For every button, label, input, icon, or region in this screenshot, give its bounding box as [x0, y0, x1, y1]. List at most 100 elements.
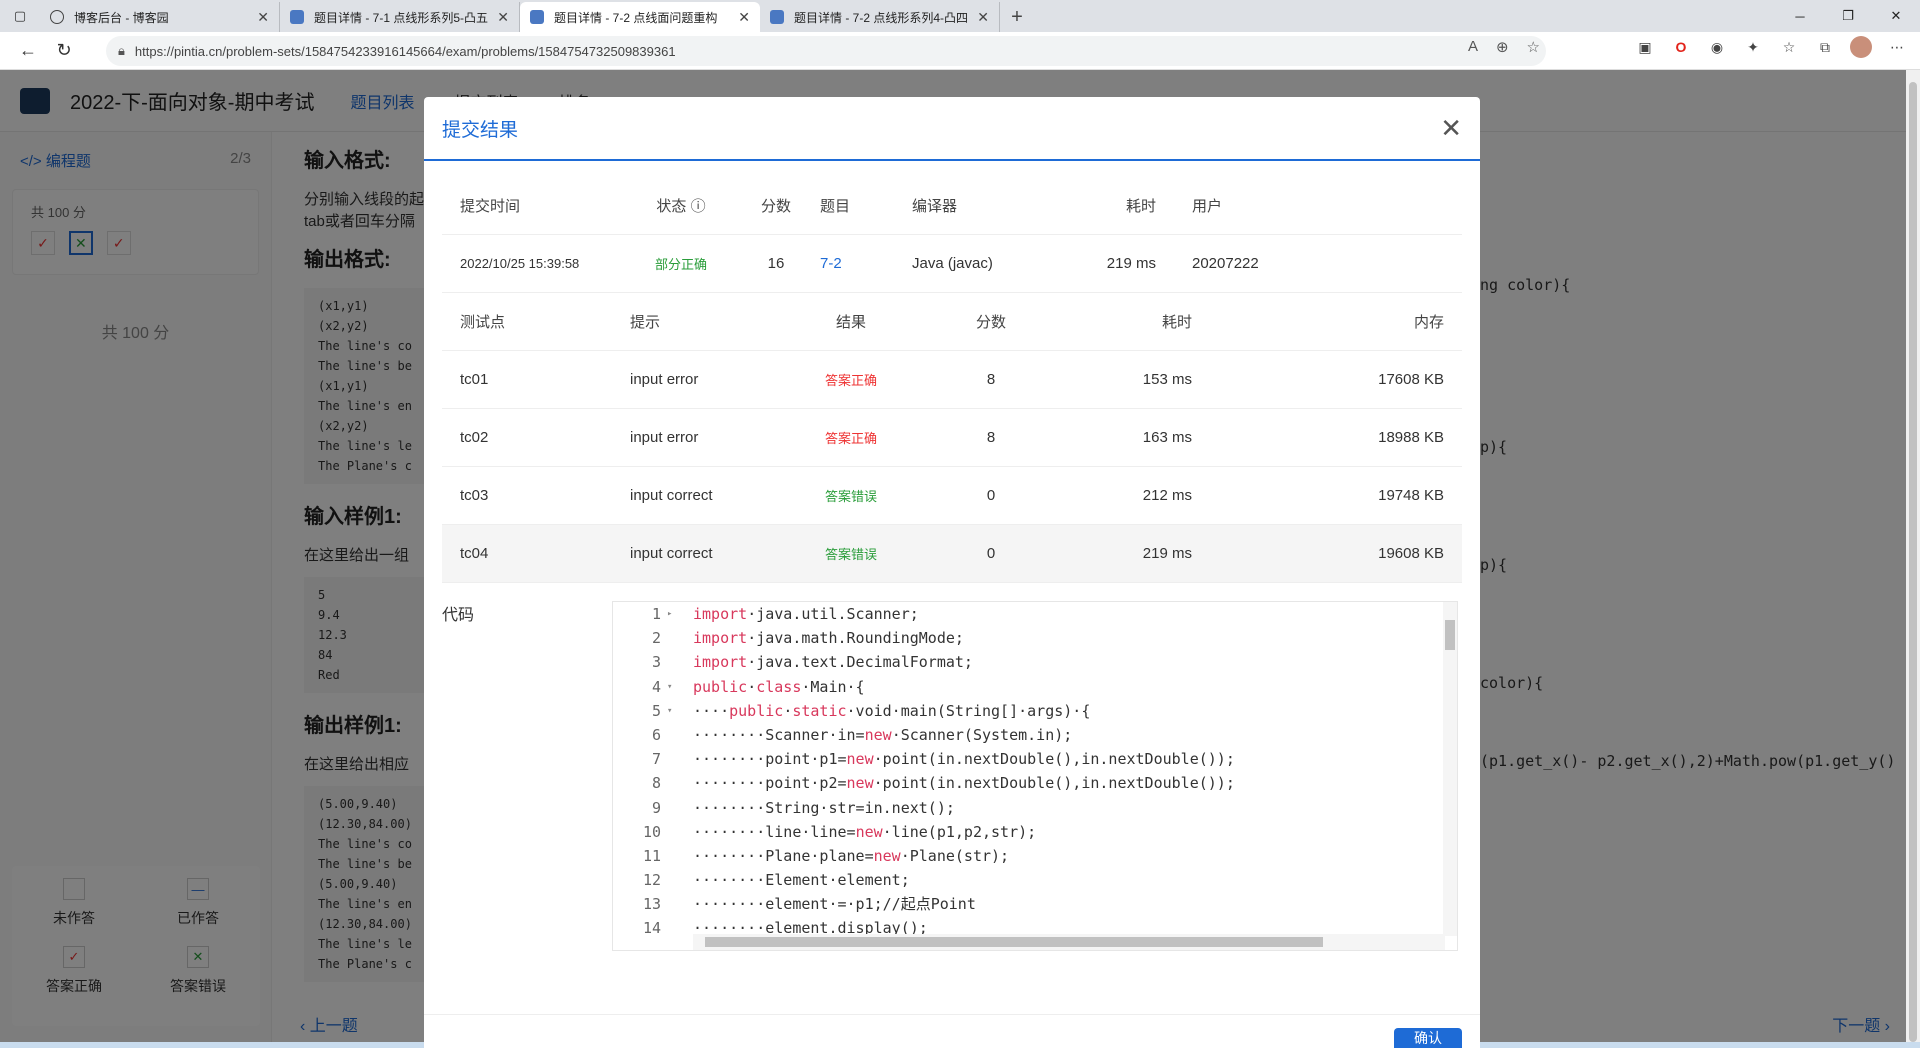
browser-tab-strip: ▢ 博客后台 - 博客园 ✕ 题目详情 - 7-1 点线形系列5-凸五 ✕ 题目… — [0, 0, 1920, 32]
code-line: ········Plane·plane=new·Plane(str); — [693, 846, 1010, 865]
code-lines: import·java.util.Scanner; import·java.mat… — [693, 602, 1235, 941]
table-row: tc01 input error 答案正确 8 153 ms 17608 KB — [442, 351, 1462, 409]
close-icon[interactable]: ✕ — [977, 9, 989, 26]
extensions-bar: ▣ O ◉ ✦ ☆ ⧉ ⋯ — [1634, 36, 1908, 58]
code-line: import·java.util.Scanner; — [693, 605, 919, 623]
testcase-table: 测试点 提示 结果 分数 耗时 内存 tc01 input error 答案正确… — [442, 293, 1462, 583]
table-row: 2022/10/25 15:39:58 部分正确 16 7-2 Java (ja… — [442, 235, 1462, 293]
code-line: ········point·p2=new·point(in.nextDouble… — [693, 774, 1235, 793]
confirm-button[interactable]: 确认 — [1394, 1028, 1462, 1048]
code-line: import·java.text.DecimalFormat; — [693, 653, 973, 672]
tab-title: 题目详情 - 7-2 点线形系列4-凸四 — [794, 10, 969, 25]
header-score: 分数 — [760, 198, 791, 215]
line-numbers: 1 2 3 4 5 6 7 8 9 10 11 12 13 14 — [642, 605, 661, 938]
favorites-icon[interactable]: ☆ — [1778, 36, 1800, 58]
header-elapsed: 耗时 — [1125, 198, 1156, 215]
extension-icon[interactable]: ▣ — [1634, 36, 1656, 58]
header-problem: 题目 — [820, 198, 851, 215]
code-line: ········Scanner·in=new·Scanner(System.in… — [693, 725, 1073, 744]
table-row: tc03 input correct 答案错误 0 212 ms 19748 K… — [442, 467, 1462, 525]
result-badge: 答案错误 — [824, 547, 877, 562]
code-line: ········line·line=new·line(p1,p2,str); — [693, 822, 1037, 841]
more-icon[interactable]: ⋯ — [1886, 36, 1908, 58]
table-row: tc04 input correct 答案错误 0 219 ms 19608 K… — [442, 525, 1462, 583]
header-result: 结果 — [835, 314, 866, 331]
header-time: 提交时间 — [460, 198, 521, 215]
header-score: 分数 — [975, 314, 1006, 331]
url-actions: A ⊕ ☆ — [1468, 38, 1540, 56]
user-value: 20207222 — [1192, 255, 1259, 272]
info-icon[interactable]: ⓘ — [691, 198, 706, 215]
close-icon[interactable]: ✕ — [738, 9, 750, 26]
close-window-icon[interactable]: ✕ — [1872, 0, 1920, 32]
submit-time: 2022/10/25 15:39:58 — [460, 256, 580, 271]
browser-tab[interactable]: 题目详情 - 7-1 点线形系列5-凸五 ✕ — [280, 2, 520, 32]
table-header: 提交时间 状态 ⓘ 分数 题目 编译器 耗时 用户 — [442, 177, 1462, 235]
lock-icon: 🔒︎ — [118, 43, 125, 58]
tab-title: 题目详情 - 7-2 点线面问题重构 — [554, 10, 718, 25]
code-line: ········point·p1=new·point(in.nextDouble… — [693, 750, 1235, 769]
pintia-icon — [530, 10, 544, 24]
result-badge: 答案错误 — [824, 489, 877, 504]
zoom-icon[interactable]: ⊕ — [1496, 38, 1509, 56]
favorite-icon[interactable]: ☆ — [1527, 38, 1540, 56]
minimize-icon[interactable]: ─ — [1776, 0, 1824, 32]
header-time: 耗时 — [1161, 314, 1192, 331]
code-label: 代码 — [442, 607, 475, 624]
header-hint: 提示 — [630, 314, 661, 331]
problem-link[interactable]: 7-2 — [802, 255, 894, 272]
dialog-header: 提交结果 ✕ — [424, 97, 1480, 161]
new-tab-button[interactable]: + — [1000, 2, 1034, 32]
table-header: 测试点 提示 结果 分数 耗时 内存 — [442, 293, 1462, 351]
code-line: ········String·str=in.next(); — [693, 798, 955, 817]
code-line: ········Element·element; — [693, 871, 910, 890]
opera-icon[interactable]: O — [1670, 36, 1692, 58]
fold-gutter: ▸ ▾ ▾ — [667, 609, 673, 716]
close-icon[interactable]: ✕ — [497, 9, 509, 26]
code-line: import·java.math.RoundingMode; — [693, 629, 964, 648]
score-value: 16 — [767, 255, 785, 272]
header-status: 状态 ⓘ — [656, 198, 706, 215]
tab-title: 题目详情 - 7-1 点线形系列5-凸五 — [314, 10, 489, 25]
close-icon[interactable]: ✕ — [257, 9, 269, 26]
header-compiler: 编译器 — [912, 198, 958, 215]
table-row: tc02 input error 答案正确 8 163 ms 18988 KB — [442, 409, 1462, 467]
header-user: 用户 — [1192, 198, 1223, 215]
code-editor[interactable]: 1 2 3 4 5 6 7 8 9 10 11 12 13 14 ▸ ▾ ▾ import·java.util… — [612, 601, 1458, 951]
refresh-icon[interactable]: ↻ — [46, 35, 82, 67]
restore-icon[interactable]: ❐ — [1824, 0, 1872, 32]
submission-table: 提交时间 状态 ⓘ 分数 题目 编译器 耗时 用户 2022/10/25 15:… — [442, 177, 1462, 293]
collections-icon[interactable]: ⧉ — [1814, 36, 1836, 58]
pintia-icon — [290, 10, 304, 24]
dialog-title: 提交结果 — [442, 119, 519, 141]
code-line: ····public·static·void·main(String[]·arg… — [693, 701, 1091, 720]
header-testcase: 测试点 — [460, 314, 506, 331]
browser-tab[interactable]: 博客后台 - 博客园 ✕ — [40, 2, 280, 32]
url-field[interactable]: 🔒︎ https://pintia.cn/problem-sets/158475… — [106, 36, 1546, 66]
tab-actions-icon[interactable]: ▢ — [0, 0, 40, 32]
browser-tab-active[interactable]: 题目详情 - 7-2 点线面问题重构 ✕ — [520, 2, 760, 32]
dialog-footer: 确认 — [424, 1014, 1480, 1048]
code-line: public·class·Main·{ — [693, 677, 865, 696]
blog-icon — [50, 10, 64, 24]
page-scrollbar[interactable] — [1906, 70, 1920, 1048]
back-icon[interactable]: ← — [10, 35, 46, 67]
pintia-icon — [770, 10, 784, 24]
result-badge: 答案正确 — [824, 431, 877, 446]
read-aloud-icon[interactable]: A — [1468, 38, 1478, 56]
close-icon[interactable]: ✕ — [1440, 115, 1462, 141]
tab-title: 博客后台 - 博客园 — [74, 10, 169, 25]
result-badge: 答案正确 — [824, 373, 877, 388]
puzzle-icon[interactable]: ✦ — [1742, 36, 1764, 58]
code-line: ········element·=·p1;//起点Point — [693, 895, 976, 914]
shield-icon[interactable]: ◉ — [1706, 36, 1728, 58]
window-controls: ─ ❐ ✕ — [1776, 0, 1920, 32]
editor-vertical-scrollbar[interactable] — [1443, 602, 1457, 936]
address-bar-row: ← ↻ 🔒︎ https://pintia.cn/problem-sets/15… — [0, 32, 1920, 70]
submission-result-dialog: 提交结果 ✕ 提交时间 状态 ⓘ 分数 题目 编译器 耗时 用户 2022/10… — [424, 97, 1480, 1048]
avatar[interactable] — [1850, 36, 1872, 58]
browser-tab[interactable]: 题目详情 - 7-2 点线形系列4-凸四 ✕ — [760, 2, 1000, 32]
code-section: 代码 1 2 3 4 5 6 7 8 9 10 11 12 13 14 ▸ ▾ ▾ import·java.u… — [442, 601, 1462, 951]
editor-horizontal-scrollbar[interactable] — [693, 934, 1445, 950]
status-badge: 部分正确 — [654, 257, 707, 272]
